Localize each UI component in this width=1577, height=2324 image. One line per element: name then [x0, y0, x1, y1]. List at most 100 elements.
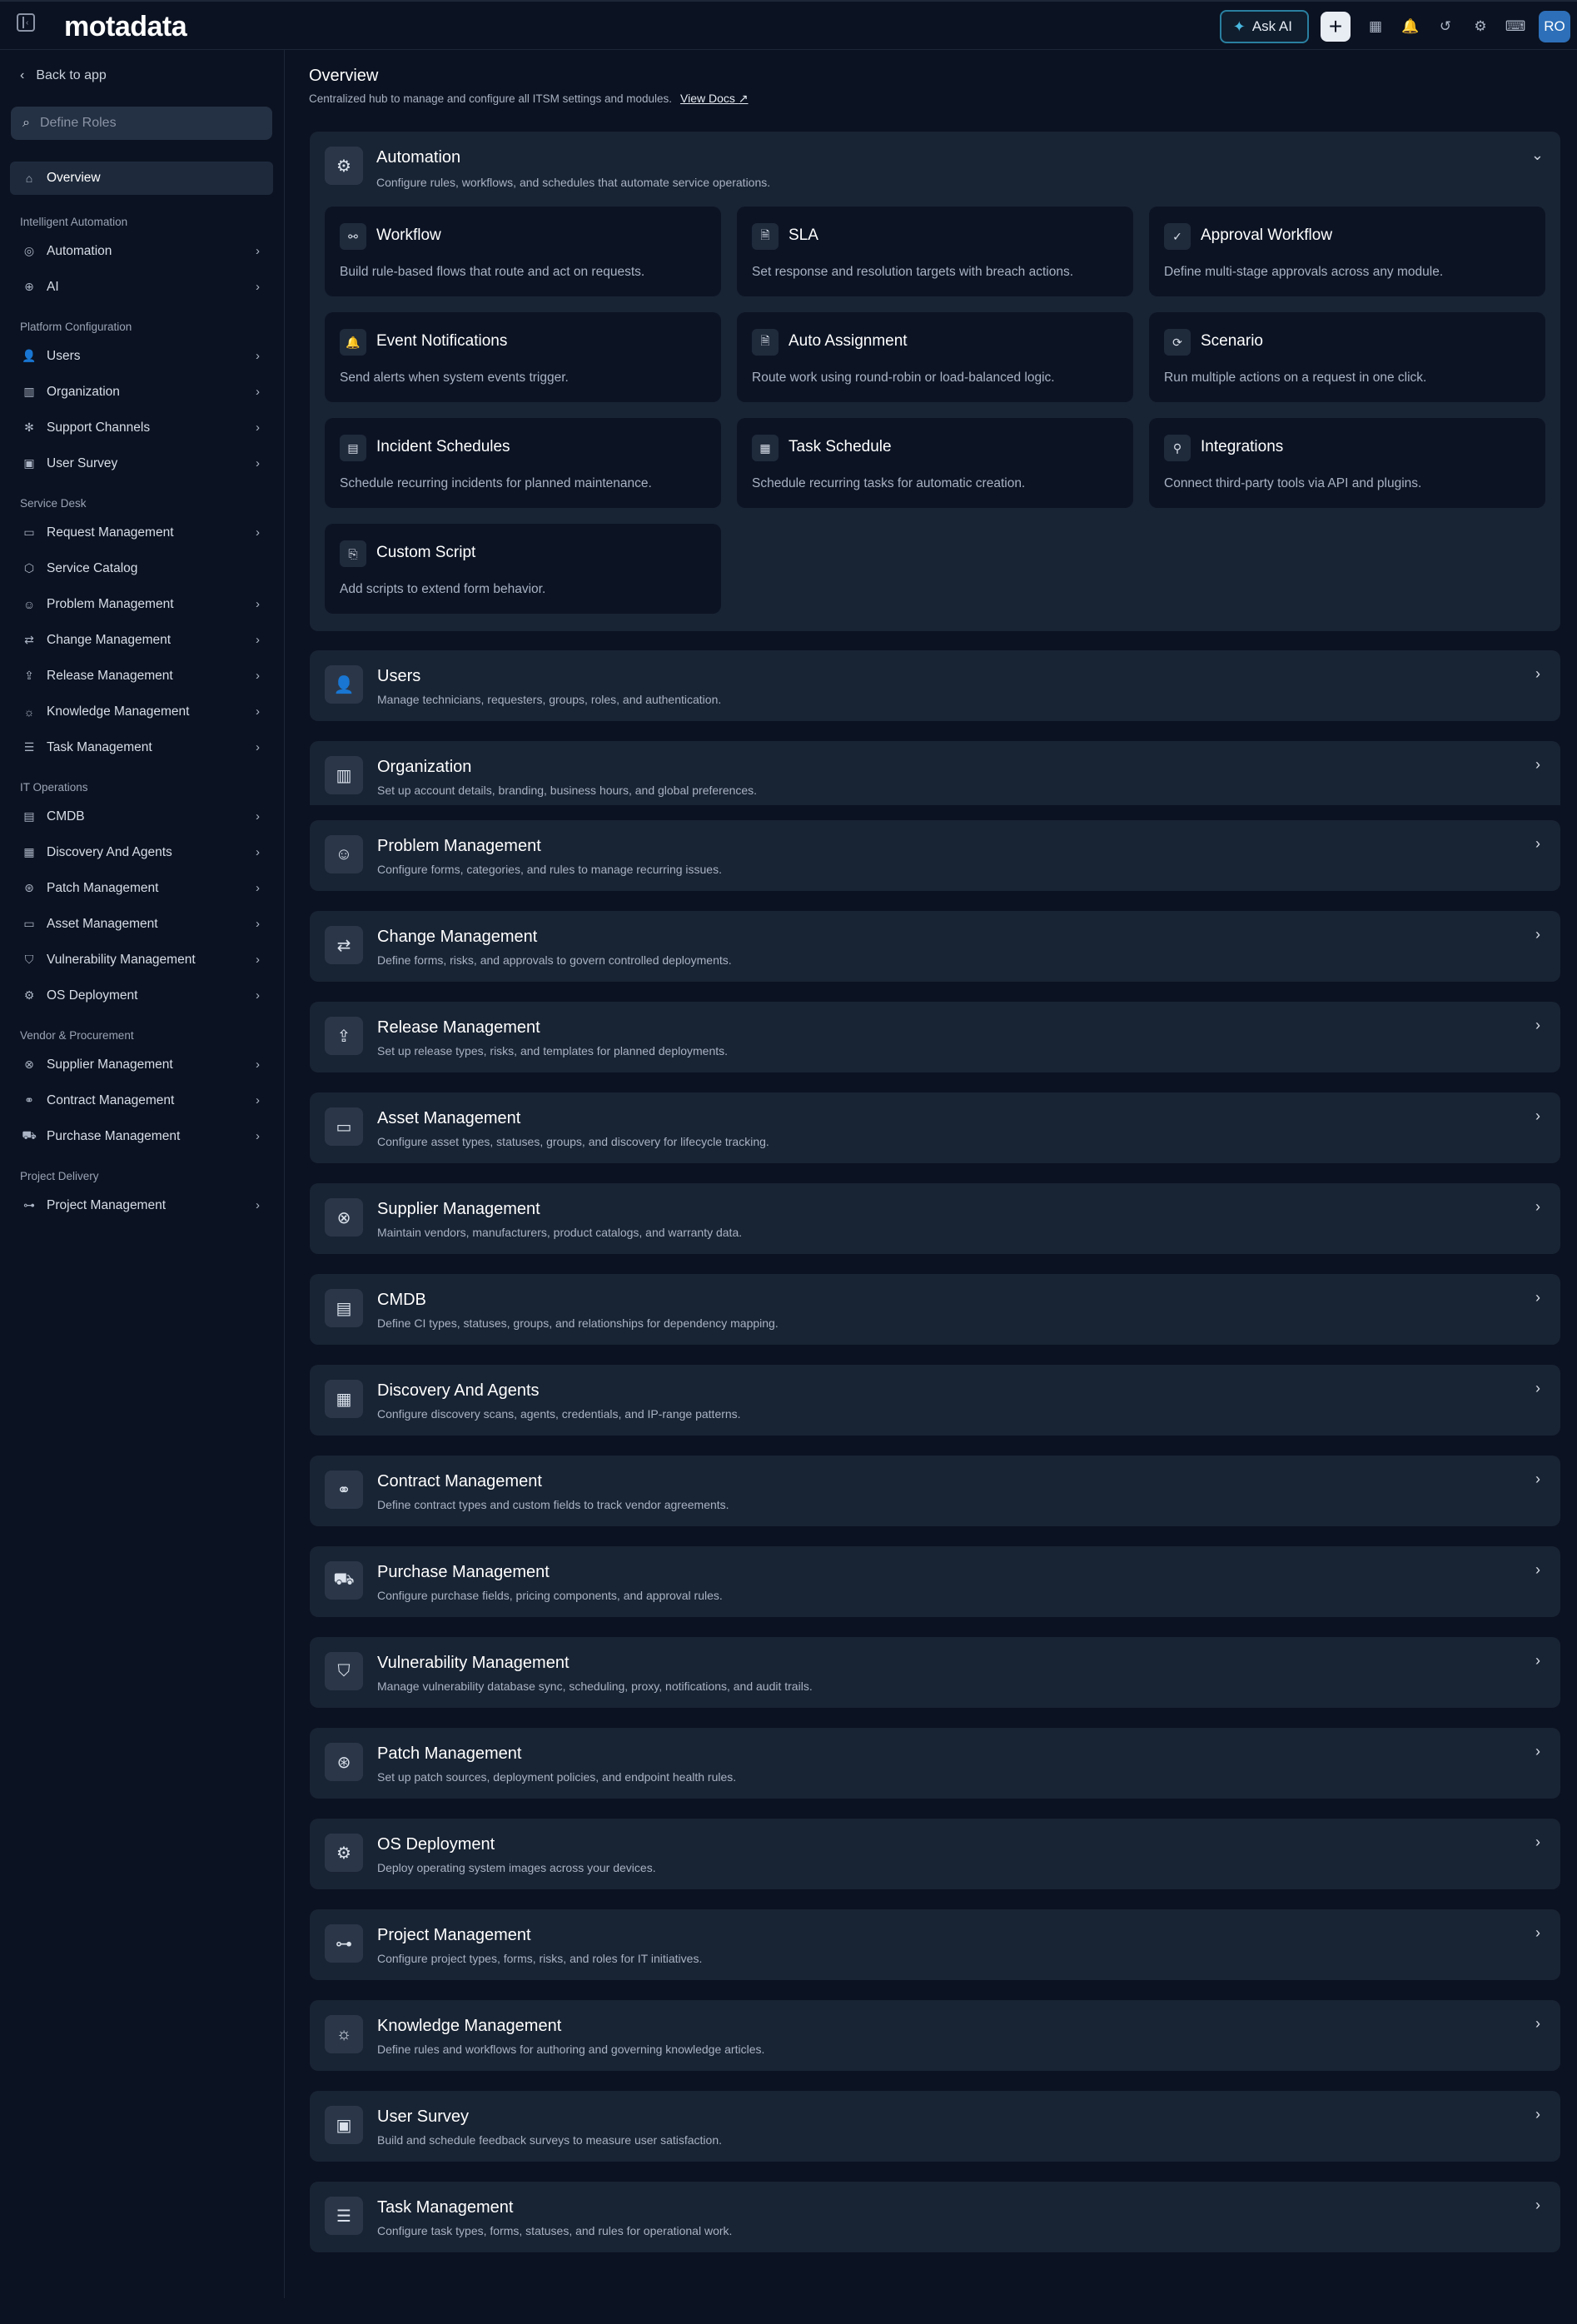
module-description: Manage technicians, requesters, groups, …	[377, 693, 722, 706]
automation-card-event-notifications[interactable]: 🔔 Event Notifications Send alerts when sys…	[325, 312, 721, 402]
sidebar-item-change-management[interactable]: ⇄ Change Management ›	[10, 622, 273, 658]
chevron-right-icon: ›	[1535, 2197, 1540, 2213]
calendar-icon[interactable]: ▦	[1361, 12, 1390, 42]
module-title: User Survey	[377, 2108, 470, 2126]
sidebar-item-label: Vulnerability Management	[47, 952, 196, 967]
sidebar-item-purchase-management[interactable]: ⛟ Purchase Management ›	[10, 1118, 273, 1154]
automation-card-task-schedule[interactable]: ▦ Task Schedule Schedule recurring tasks f…	[737, 418, 1133, 508]
sidebar-item-label: Users	[47, 348, 81, 363]
automation-card-sla[interactable]: 🗎 SLA Set response and resolution targets …	[737, 207, 1133, 296]
module-title: Release Management	[377, 1018, 540, 1037]
module-card-purchase-management[interactable]: ⛟ Purchase Management Configure purchase f…	[310, 1546, 1560, 1617]
chevron-right-icon: ›	[256, 1198, 260, 1212]
module-card-cmdb[interactable]: ▤ CMDB Define CI types, statuses, groups, …	[310, 1274, 1560, 1345]
chevron-right-icon: ›	[256, 669, 260, 683]
supplier-management-icon: ⊗	[325, 1198, 363, 1237]
automation-card-incident-schedules[interactable]: ▤ Incident Schedules Schedule recurring in…	[325, 418, 721, 508]
sidebar-collapse-icon[interactable]: ‹	[17, 13, 35, 32]
module-card-patch-management[interactable]: ⊛ Patch Management Set up patch sources, d…	[310, 1728, 1560, 1799]
change-management-icon: ⇄	[24, 633, 34, 646]
sparkle-icon: ✦	[1232, 17, 1246, 35]
automation-header[interactable]: ⚙ Automation Configure rules, workflows,…	[325, 147, 770, 189]
module-description: Configure forms, categories, and rules t…	[377, 863, 722, 876]
task-management-icon: ☰	[325, 2197, 363, 2235]
sidebar-item-label: Organization	[47, 384, 120, 399]
module-card-os-deployment[interactable]: ⚙ OS Deployment Deploy operating system im…	[310, 1819, 1560, 1889]
sidebar-item-task-management[interactable]: ☰ Task Management ›	[10, 729, 273, 765]
sidebar-item-label: Knowledge Management	[47, 704, 190, 719]
avatar[interactable]: RO	[1539, 11, 1570, 42]
chevron-right-icon: ›	[256, 349, 260, 363]
search-input[interactable]	[39, 116, 248, 131]
request-management-icon: ▭	[23, 525, 35, 539]
sidebar-item-patch-management[interactable]: ⊛ Patch Management ›	[10, 870, 273, 906]
sidebar-item-label: CMDB	[47, 809, 85, 824]
ask-ai-button[interactable]: ✦ Ask AI	[1219, 10, 1309, 43]
sidebar-item-os-deployment[interactable]: ⚙ OS Deployment ›	[10, 978, 273, 1013]
sidebar-item-ai[interactable]: ⊕ AI ›	[10, 269, 273, 305]
module-description: Build and schedule feedback surveys to m…	[377, 2133, 723, 2147]
automation-card-integrations[interactable]: ⚲ Integrations Connect third-party tools v…	[1149, 418, 1545, 508]
chevron-down-icon[interactable]: ⌄	[1531, 147, 1544, 164]
module-card-knowledge-management[interactable]: ☼ Knowledge Management Define rules and wo…	[310, 2000, 1560, 2071]
sidebar-item-users[interactable]: 👤 Users ›	[10, 338, 273, 374]
module-card-contract-management[interactable]: ⚭ Contract Management Define contract type…	[310, 1456, 1560, 1526]
view-docs-link[interactable]: View Docs ↗	[680, 92, 749, 106]
module-card-release-management[interactable]: ⇪ Release Management Set up release types,…	[310, 1002, 1560, 1072]
automation-card-auto-assignment[interactable]: 🗎 Auto Assignment Route work using round-r…	[737, 312, 1133, 402]
module-title: Knowledge Management	[377, 2017, 562, 2035]
module-card-change-management[interactable]: ⇄ Change Management Define forms, risks, a…	[310, 911, 1560, 982]
custom-script-icon: ⎘	[340, 540, 366, 567]
create-button[interactable]: +	[1321, 12, 1351, 42]
keyboard-icon[interactable]: ⌨	[1500, 12, 1530, 42]
sidebar-item-contract-management[interactable]: ⚭ Contract Management ›	[10, 1082, 273, 1118]
sidebar-item-label: Support Channels	[47, 420, 151, 435]
chevron-right-icon: ›	[256, 845, 260, 859]
sidebar-item-problem-management[interactable]: ☺ Problem Management ›	[10, 586, 273, 622]
sidebar-item-discovery-and-agents[interactable]: ▦ Discovery And Agents ›	[10, 834, 273, 870]
module-card-project-management[interactable]: ⊶ Project Management Configure project typ…	[310, 1909, 1560, 1980]
change-management-icon: ⇄	[325, 926, 363, 964]
module-card-asset-management[interactable]: ▭ Asset Management Configure asset types, …	[310, 1092, 1560, 1163]
automation-card-scenario[interactable]: ⟳ Scenario Run multiple actions on a reque…	[1149, 312, 1545, 402]
sidebar-item-cmdb[interactable]: ▤ CMDB ›	[10, 799, 273, 834]
sidebar-item-knowledge-management[interactable]: ☼ Knowledge Management ›	[10, 694, 273, 729]
sidebar-item-supplier-management[interactable]: ⊗ Supplier Management ›	[10, 1047, 273, 1082]
gear-icon[interactable]: ⚙	[1465, 12, 1495, 42]
bell-icon[interactable]: 🔔	[1395, 12, 1425, 42]
module-title: Users	[377, 667, 421, 685]
module-card-user-survey[interactable]: ▣ User Survey Build and schedule feedback …	[310, 2091, 1560, 2162]
sidebar-item-support-channels[interactable]: ✻ Support Channels ›	[10, 410, 273, 445]
module-card-task-management[interactable]: ☰ Task Management Configure task types, fo…	[310, 2182, 1560, 2252]
asset-management-icon: ▭	[23, 917, 35, 930]
sidebar-item-asset-management[interactable]: ▭ Asset Management ›	[10, 906, 273, 942]
incident-schedules-icon: ▤	[340, 435, 366, 461]
chevron-right-icon: ›	[256, 385, 260, 399]
module-card-users[interactable]: 👤 Users Manage technicians, requesters, gr…	[310, 650, 1560, 721]
card-description: Send alerts when system events trigger.	[340, 371, 569, 385]
sidebar-item-service-catalog[interactable]: ⬡ Service Catalog	[10, 550, 273, 586]
chevron-right-icon: ›	[256, 740, 260, 754]
sidebar-item-automation[interactable]: ◎ Automation ›	[10, 233, 273, 269]
task-management-icon: ☰	[23, 740, 35, 754]
automation-card-approval-workflow[interactable]: ✓ Approval Workflow Define multi-stage app…	[1149, 207, 1545, 296]
sidebar-item-overview[interactable]: ⌂ Overview	[10, 162, 273, 195]
users-icon: 👤	[22, 349, 37, 362]
back-to-app-link[interactable]: ‹ Back to app	[20, 68, 107, 83]
module-card-supplier-management[interactable]: ⊗ Supplier Management Maintain vendors, ma…	[310, 1183, 1560, 1254]
sidebar-item-project-management[interactable]: ⊶ Project Management ›	[10, 1187, 273, 1223]
chevron-right-icon: ›	[256, 809, 260, 824]
automation-card-workflow[interactable]: ⚯ Workflow Build rule-based flows that rou…	[325, 207, 721, 296]
sla-icon: 🗎	[752, 223, 779, 250]
module-card-problem-management[interactable]: ☺ Problem Management Configure forms, cate…	[310, 820, 1560, 891]
module-card-organization[interactable]: ▥ Organization Set up account details, bra…	[310, 741, 1560, 805]
sidebar-item-user-survey[interactable]: ▣ User Survey ›	[10, 445, 273, 481]
sidebar-item-release-management[interactable]: ⇪ Release Management ›	[10, 658, 273, 694]
sidebar-item-organization[interactable]: ▥ Organization ›	[10, 374, 273, 410]
history-icon[interactable]: ↺	[1430, 12, 1460, 42]
module-card-discovery-and-agents[interactable]: ▦ Discovery And Agents Configure discovery…	[310, 1365, 1560, 1436]
sidebar-item-vulnerability-management[interactable]: ⛉ Vulnerability Management ›	[10, 942, 273, 978]
automation-card-custom-script[interactable]: ⎘ Custom Script Add scripts to extend form…	[325, 524, 721, 614]
sidebar-item-request-management[interactable]: ▭ Request Management ›	[10, 515, 273, 550]
module-card-vulnerability-management[interactable]: ⛉ Vulnerability Management Manage vulnerab…	[310, 1637, 1560, 1708]
